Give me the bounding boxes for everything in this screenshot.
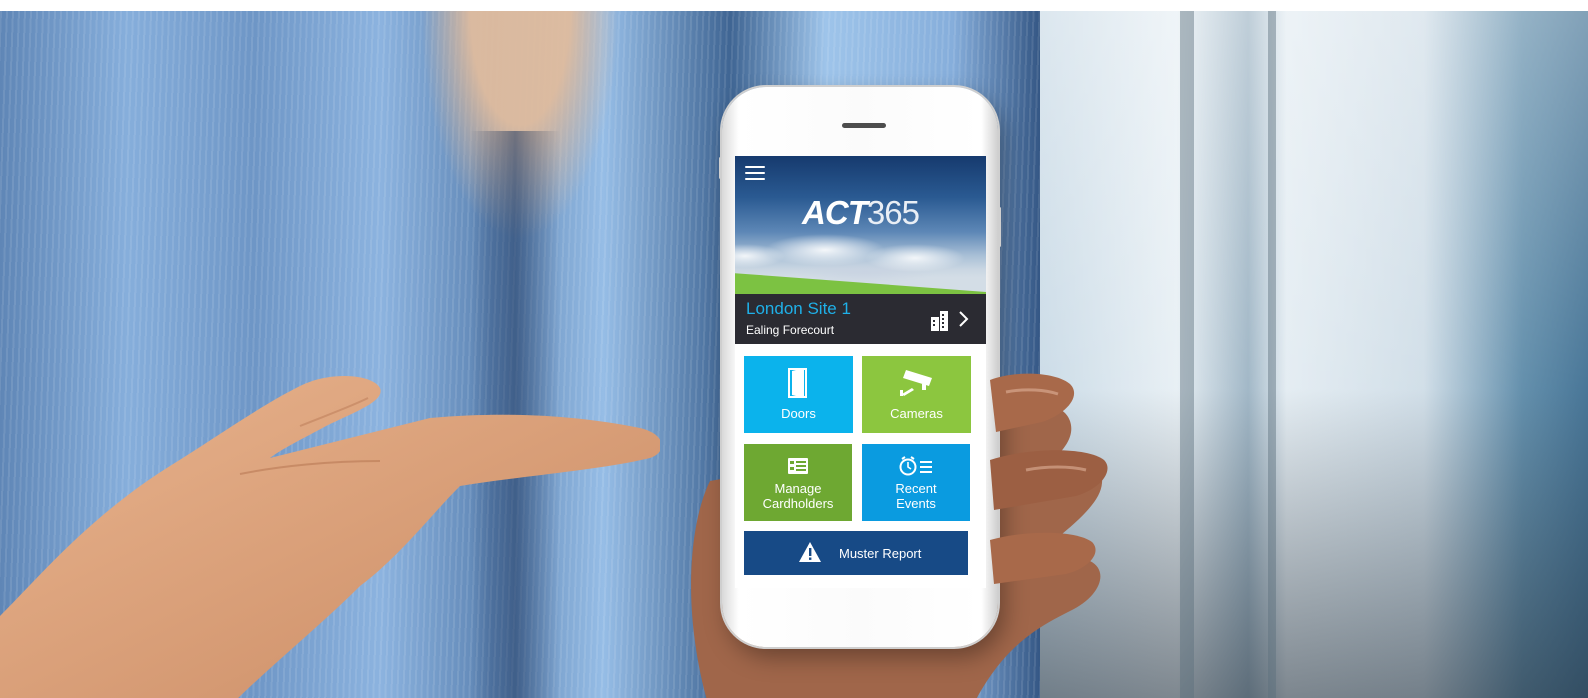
- warning-icon: [799, 542, 821, 562]
- app-screen: ACT365 London Site 1 Ealing Forecourt Do…: [735, 156, 986, 588]
- door-icon: [788, 368, 807, 398]
- recent-events-tile[interactable]: Recent Events: [862, 444, 970, 521]
- doors-label: Doors: [781, 406, 816, 421]
- camera-icon: [900, 370, 932, 396]
- id-card-icon: [788, 458, 808, 474]
- building-icon: [931, 311, 948, 331]
- phone-side-button: [998, 207, 1001, 247]
- window-frame: [1268, 11, 1276, 698]
- chevron-right-icon: [959, 311, 969, 327]
- manage-cardholders-tile[interactable]: Manage Cardholders: [744, 444, 852, 521]
- muster-report-label: Muster Report: [839, 546, 922, 561]
- site-name: London Site 1: [746, 299, 851, 318]
- app-logo: ACT365: [735, 194, 986, 232]
- clock-list-icon: [899, 456, 932, 476]
- manage-label: Manage: [774, 481, 822, 496]
- phone-side-button: [719, 157, 722, 179]
- holding-hand-fingers: [990, 373, 1108, 584]
- site-location: Ealing Forecourt: [746, 323, 835, 337]
- doors-tile[interactable]: Doors: [744, 356, 853, 433]
- phone-speaker: [842, 123, 886, 128]
- hamburger-menu-icon[interactable]: [745, 162, 767, 182]
- header-banner: ACT365: [735, 156, 986, 294]
- office-window: [1040, 11, 1588, 698]
- recent-label: Recent: [895, 481, 937, 496]
- window-frame: [1180, 11, 1194, 698]
- cardholders-label: Cardholders: [762, 496, 834, 511]
- events-label: Events: [896, 496, 936, 511]
- pointing-hand: [0, 376, 660, 698]
- site-selector[interactable]: London Site 1 Ealing Forecourt: [735, 294, 986, 344]
- logo-text-act: ACT: [802, 194, 868, 231]
- smartphone: ACT365 London Site 1 Ealing Forecourt Do…: [719, 87, 1001, 647]
- cameras-label: Cameras: [890, 406, 943, 421]
- logo-text-365: 365: [866, 194, 920, 231]
- cameras-tile[interactable]: Cameras: [862, 356, 971, 433]
- muster-report-button[interactable]: Muster Report: [744, 531, 968, 575]
